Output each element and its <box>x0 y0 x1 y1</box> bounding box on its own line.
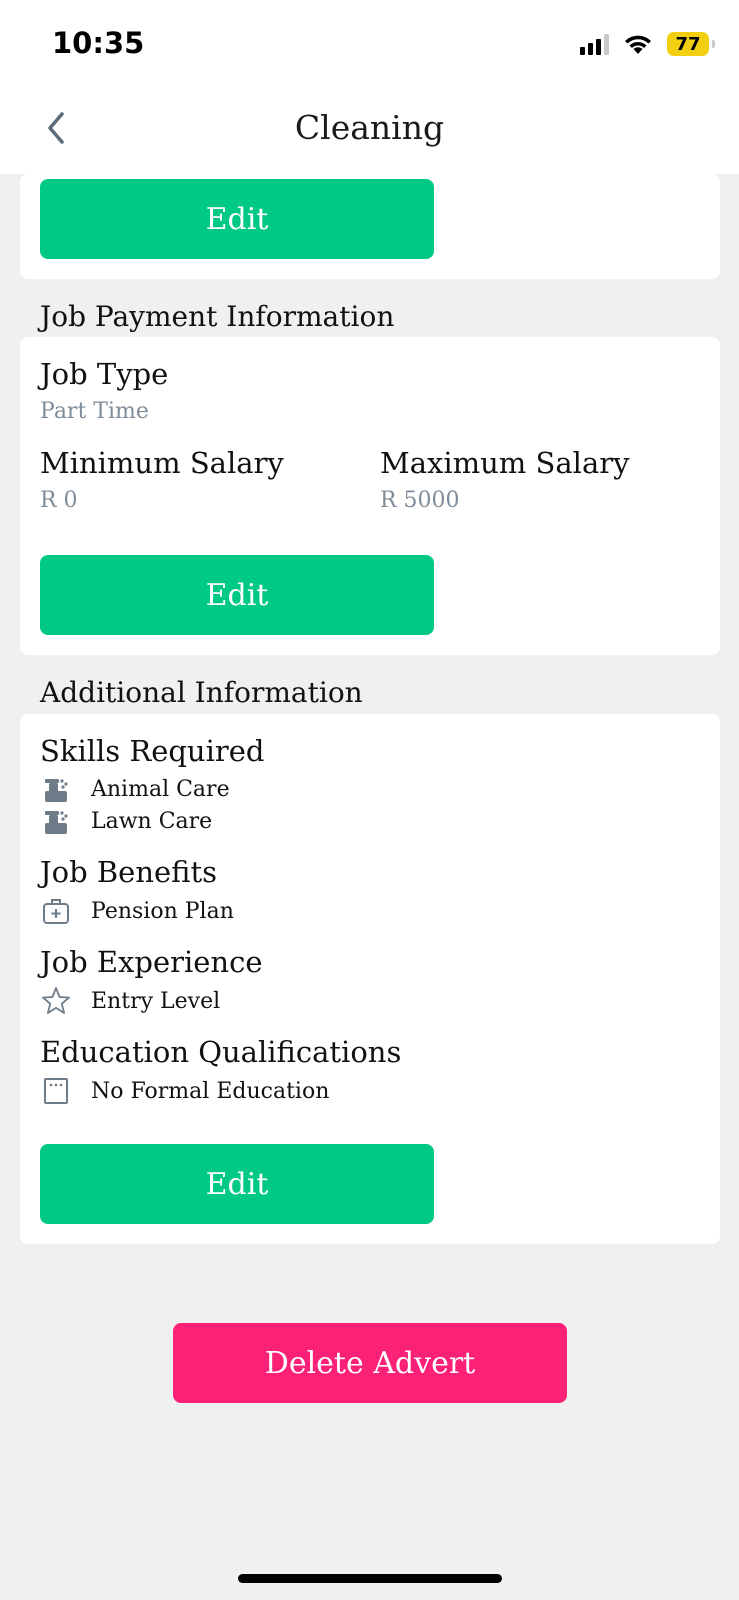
skill-label: Lawn Care <box>91 808 213 834</box>
edit-button-top[interactable]: Edit <box>40 179 434 259</box>
experience-label: Entry Level <box>91 988 221 1014</box>
min-salary-label: Minimum Salary <box>40 446 284 480</box>
section-title-payment: Job Payment Information <box>40 300 395 333</box>
edit-button-additional[interactable]: Edit <box>40 1144 434 1224</box>
benefit-label: Pension Plan <box>91 898 234 924</box>
battery-level: 77 <box>675 33 701 55</box>
experience-item: Entry Level <box>40 986 220 1016</box>
job-experience-label: Job Experience <box>40 945 263 979</box>
job-type-value: Part Time <box>40 399 149 424</box>
home-indicator <box>238 1574 502 1583</box>
top-card: Edit <box>20 174 720 279</box>
medical-bag-icon <box>40 896 72 926</box>
skill-item: Animal Care <box>40 774 230 804</box>
max-salary-label: Maximum Salary <box>380 446 630 480</box>
education-item: No Formal Education <box>40 1076 329 1106</box>
wifi-icon <box>625 35 651 54</box>
status-time: 10:35 <box>52 26 145 60</box>
education-qualifications-label: Education Qualifications <box>40 1035 402 1069</box>
skill-label: Animal Care <box>91 776 230 802</box>
job-benefits-label: Job Benefits <box>40 855 218 889</box>
page-title: Cleaning <box>294 108 445 147</box>
cellular-signal-icon <box>580 33 609 55</box>
min-salary-value: R 0 <box>40 488 78 513</box>
education-label: No Formal Education <box>91 1078 330 1104</box>
status-icons: 77 <box>580 32 715 56</box>
max-salary-value: R 5000 <box>380 488 460 513</box>
job-type-label: Job Type <box>40 357 169 391</box>
cleaning-spray-icon <box>40 774 72 804</box>
payment-card: Job Type Part Time Minimum Salary R 0 Ma… <box>20 337 720 655</box>
section-title-additional: Additional Information <box>40 676 363 709</box>
status-bar: 10:35 77 <box>0 0 739 92</box>
certificate-icon <box>40 1076 72 1106</box>
nav-bar: Cleaning <box>0 92 739 174</box>
additional-card: Skills Required Animal Care Lawn Care Jo… <box>20 714 720 1244</box>
battery-indicator: 77 <box>667 32 715 56</box>
cleaning-spray-icon <box>40 806 72 836</box>
skill-item: Lawn Care <box>40 806 212 836</box>
star-icon <box>40 986 72 1016</box>
skills-required-label: Skills Required <box>40 734 265 768</box>
benefit-item: Pension Plan <box>40 896 234 926</box>
edit-button-payment[interactable]: Edit <box>40 555 434 635</box>
delete-advert-button[interactable]: Delete Advert <box>173 1323 567 1403</box>
